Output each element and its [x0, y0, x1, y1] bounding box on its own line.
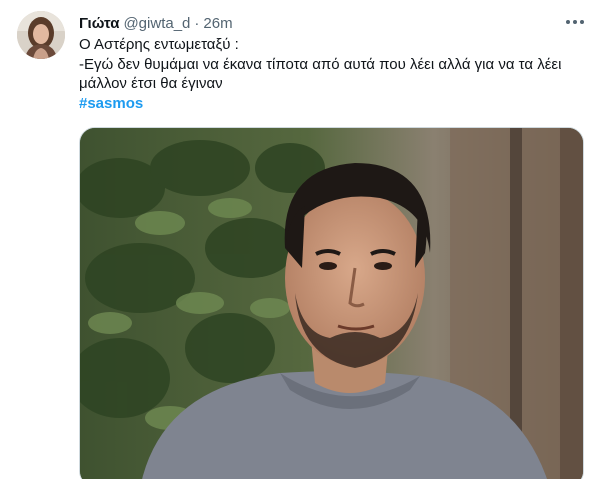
avatar[interactable] — [17, 11, 65, 59]
avatar-image — [17, 11, 65, 59]
timestamp[interactable]: 26m — [203, 15, 232, 32]
tweet-card[interactable]: Γιώτα @giwta_d · 26m Ο Αστέρης εντωμεταξ… — [0, 0, 606, 479]
separator-dot: · — [194, 14, 200, 32]
more-button[interactable] — [562, 10, 588, 34]
display-name[interactable]: Γιώτα — [79, 15, 119, 32]
tweet-media-image[interactable] — [79, 127, 584, 479]
tweet-text-line: μάλλον έτσι θα έγιναν — [79, 75, 223, 92]
tweet-text-line: Ο Αστέρης εντωμεταξύ : — [79, 36, 239, 53]
photo-man-in-garden — [80, 128, 583, 479]
tweet-text: Ο Αστέρης εντωμεταξύ : -Εγώ δεν θυμάμαι … — [79, 35, 589, 113]
tweet-text-line: -Εγώ δεν θυμάμαι να έκανα τίποτα από αυτ… — [79, 55, 562, 73]
hashtag-link[interactable]: #sasmos — [79, 94, 589, 114]
more-dots-icon — [566, 20, 584, 24]
user-handle[interactable]: @giwta_d — [123, 15, 190, 32]
tweet-header: Γιώτα @giwta_d · 26m — [79, 13, 233, 33]
